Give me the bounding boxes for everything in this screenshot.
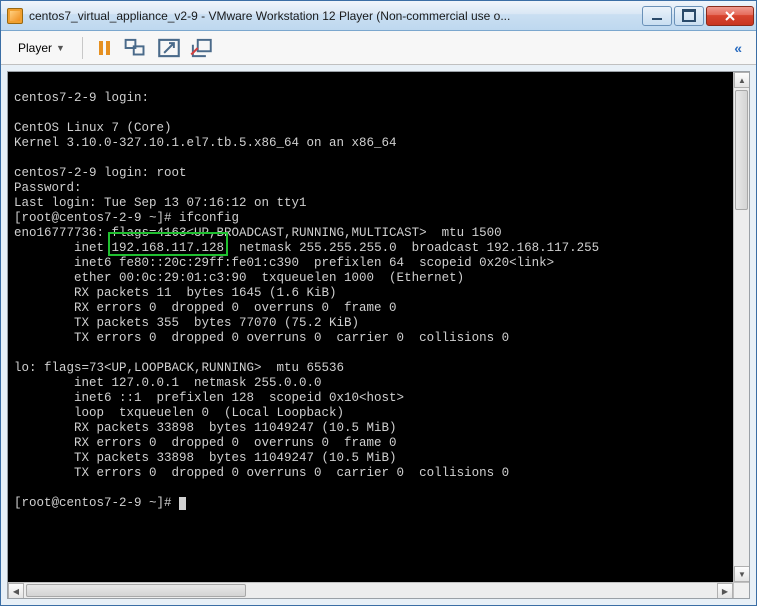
keys-icon — [124, 35, 150, 61]
scroll-right-button[interactable]: ▶ — [717, 583, 733, 599]
window-title: centos7_virtual_appliance_v2-9 - VMware … — [29, 9, 640, 23]
player-menu-label: Player — [18, 41, 52, 55]
fullscreen-icon — [156, 35, 182, 61]
scroll-up-button[interactable]: ▲ — [734, 72, 750, 88]
app-window: centos7_virtual_appliance_v2-9 - VMware … — [0, 0, 757, 606]
scroll-track-horizontal[interactable] — [24, 583, 717, 598]
terminal[interactable]: centos7-2-9 login: CentOS Linux 7 (Core)… — [8, 72, 733, 582]
fullscreen-button[interactable] — [155, 36, 183, 60]
vertical-scrollbar[interactable]: ▲ ▼ — [733, 72, 749, 582]
chevron-down-icon: ▼ — [56, 43, 65, 53]
scrollbar-corner — [733, 582, 749, 598]
scroll-down-button[interactable]: ▼ — [734, 566, 750, 582]
vmware-icon — [7, 8, 23, 24]
close-icon — [725, 11, 735, 21]
scroll-thumb-vertical[interactable] — [735, 90, 748, 210]
send-ctrl-alt-del-button[interactable] — [123, 36, 151, 60]
minimize-button[interactable] — [642, 6, 672, 26]
unity-icon — [188, 35, 214, 61]
content-area: centos7-2-9 login: CentOS Linux 7 (Core)… — [7, 71, 750, 599]
toolbar: Player ▼ « — [1, 31, 756, 65]
unity-mode-button[interactable] — [187, 36, 215, 60]
maximize-button[interactable] — [674, 6, 704, 26]
scroll-track-vertical[interactable] — [734, 88, 749, 566]
terminal-cursor — [179, 497, 186, 510]
scroll-left-button[interactable]: ◀ — [8, 583, 24, 599]
window-controls — [640, 6, 754, 26]
horizontal-scrollbar[interactable]: ◀ ▶ — [8, 582, 733, 598]
highlighted-ip: 192.168.117.128 — [112, 241, 225, 255]
scroll-thumb-horizontal[interactable] — [26, 584, 246, 597]
separator — [82, 37, 83, 59]
pause-button[interactable] — [91, 36, 119, 60]
help-dropdown[interactable]: « — [728, 40, 748, 56]
close-button[interactable] — [706, 6, 754, 26]
player-menu-button[interactable]: Player ▼ — [9, 37, 74, 59]
pause-icon — [99, 41, 110, 55]
titlebar[interactable]: centos7_virtual_appliance_v2-9 - VMware … — [1, 1, 756, 31]
double-chevron-icon: « — [734, 40, 742, 56]
